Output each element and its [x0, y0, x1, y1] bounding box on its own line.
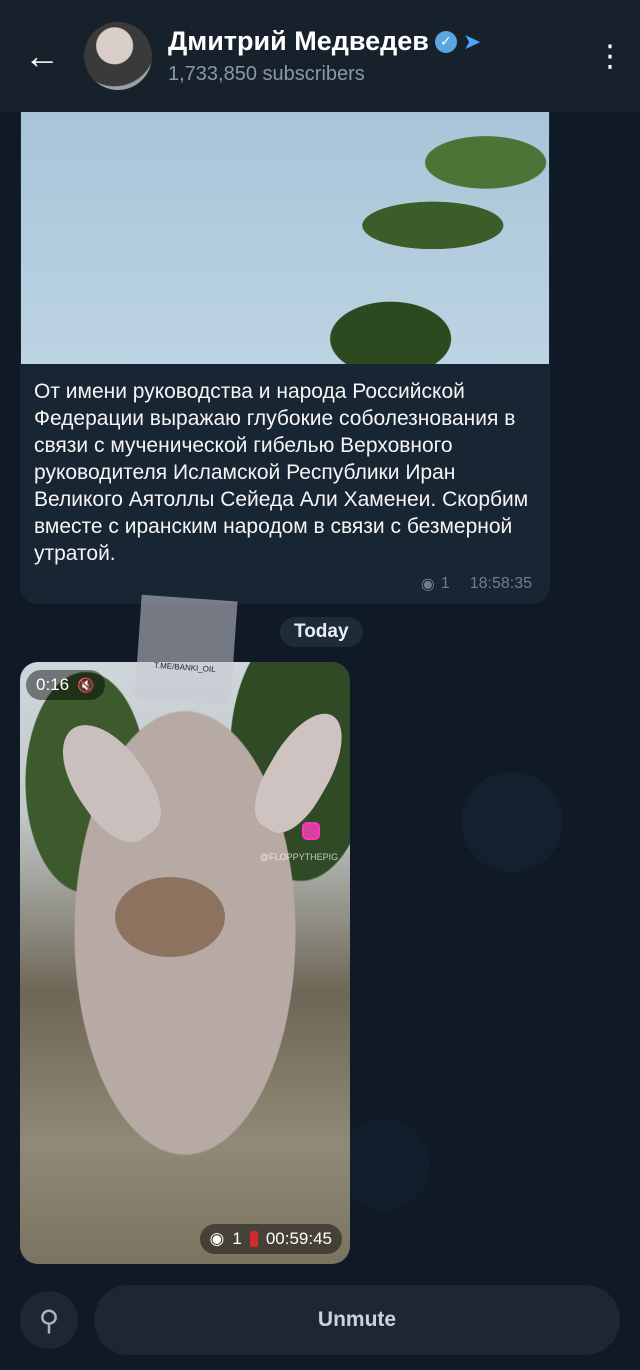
date-separator: Today: [280, 617, 363, 647]
view-count: 1: [440, 575, 450, 592]
message-meta: ◉ 1 00:59:45: [199, 1224, 342, 1254]
verified-badge-icon: ✓: [434, 30, 457, 53]
message-text: От имени руководства и народа Российской…: [34, 380, 529, 565]
flag-icon: [249, 1231, 258, 1247]
video-duration-badge[interactable]: 0:16 🔇: [26, 670, 105, 700]
instagram-icon: [302, 822, 320, 840]
search-button[interactable]: ⚲: [20, 1291, 78, 1349]
subscriber-count: 1,733,850 subscribers: [168, 63, 365, 85]
message-time: 00:59:45: [265, 1229, 332, 1248]
video-content: [241, 700, 350, 844]
channel-title-block[interactable]: Дмитрий Медведев ✓ ➤ 1,733,850 subscribe…: [168, 26, 580, 86]
instagram-handle: @FLOPPYTHEPIG: [260, 852, 339, 862]
message-time: 18:58:35: [469, 575, 532, 592]
search-icon: ⚲: [38, 1304, 60, 1336]
telegram-plane-icon: ➤: [462, 28, 482, 54]
unmute-button[interactable]: Unmute: [94, 1285, 620, 1355]
muted-speaker-icon: 🔇: [77, 676, 95, 693]
video-message[interactable]: 0:16 🔇 @FLOPPYTHEPIG ◉ 1 00:59:45: [20, 662, 350, 1264]
eye-icon: ◉: [420, 576, 435, 593]
watermark-text: T.ME/BANKI_OIL: [153, 660, 216, 675]
message-bubble[interactable]: От имени руководства и народа Российской…: [20, 112, 550, 604]
arrow-left-icon: ←: [24, 35, 60, 76]
channel-name: Дмитрий Медведев: [168, 26, 429, 56]
video-content: [44, 708, 176, 856]
eye-icon: ◉: [209, 1229, 225, 1248]
more-options-button[interactable]: ⋮: [580, 0, 640, 112]
bottom-bar: ⚲ Unmute: [0, 1270, 640, 1370]
video-content: [115, 877, 225, 957]
back-button[interactable]: ←: [0, 0, 84, 112]
watermark-overlay: T.ME/BANKI_OIL: [134, 594, 238, 706]
channel-avatar[interactable]: [84, 22, 152, 90]
message-photo[interactable]: [21, 112, 549, 364]
message-meta: ◉ 1 18:58:35: [421, 574, 532, 594]
video-duration: 0:16: [36, 675, 70, 694]
kebab-menu-icon: ⋮: [595, 39, 625, 73]
chat-header: ← Дмитрий Медведев ✓ ➤ 1,733,850 subscri…: [0, 0, 640, 112]
view-count: 1: [232, 1229, 242, 1248]
